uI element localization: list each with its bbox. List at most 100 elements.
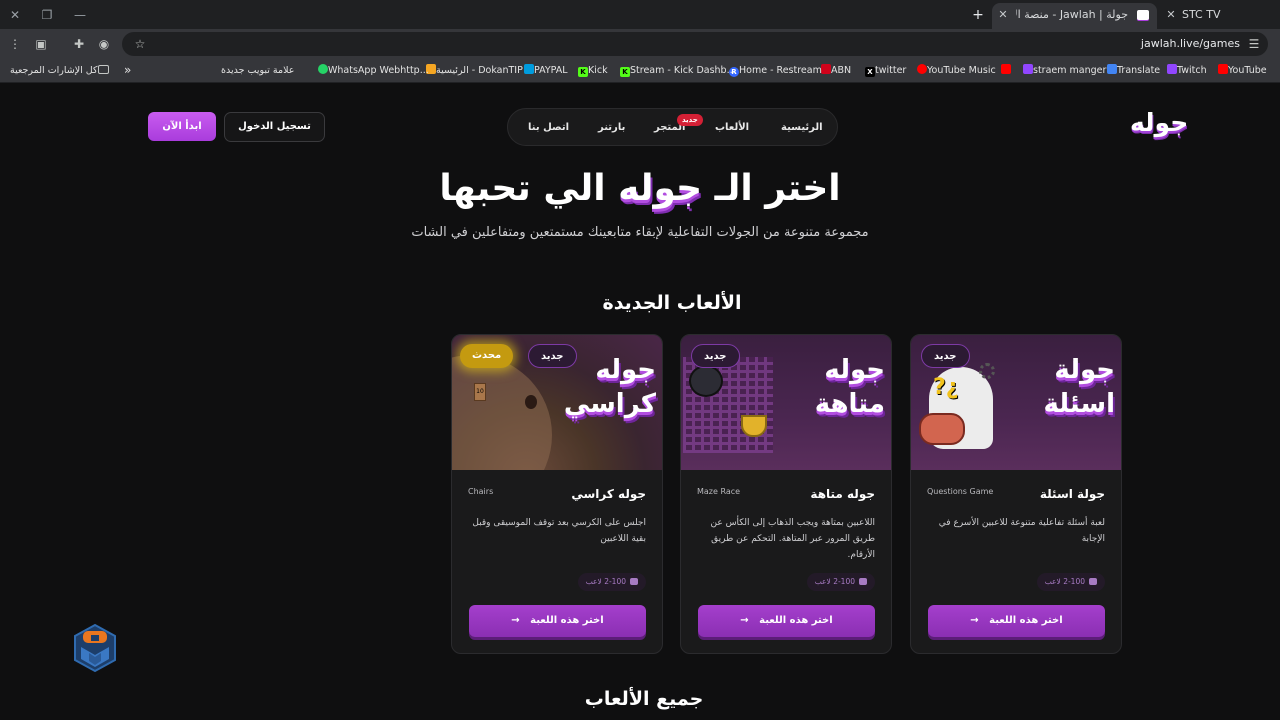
game-description: اللاعبين بمتاهة ويجب الذهاب إلى الكأس عن…: [710, 518, 875, 560]
bookmark-label: PAYPAL: [534, 65, 568, 76]
tab-jawlah[interactable]: ✕ جولة | Jawlah - منصة الألعاب التفاعلية: [992, 3, 1157, 29]
all-bookmarks-folder[interactable]: كل الإشارات المرجعية: [10, 59, 111, 83]
browser-toolbar: ⋮ ▣ ✚ ◉ ☆ jawlah.live/games ☰: [0, 29, 1280, 59]
hero-title-suffix: الي تحبها: [439, 168, 606, 209]
bookmark-label: Stream - Kick Dashb...: [630, 65, 736, 76]
address-bar[interactable]: ☆ jawlah.live/games ☰: [122, 32, 1268, 56]
new-tab-button[interactable]: +: [969, 6, 987, 24]
game-thumb-title: جولة اسئلة: [1043, 355, 1115, 419]
tab-close-icon[interactable]: ✕: [1163, 3, 1179, 27]
nav-partner[interactable]: بارتنر: [598, 109, 625, 147]
game-description: اجلس على الكرسي بعد توقف الموسيقى وقبل ب…: [472, 518, 646, 544]
game-thumbnail: 10 جوله كراسي جديد محدث: [452, 335, 662, 470]
bookmark-kick[interactable]: K Kick: [574, 59, 608, 83]
minimize-window-icon[interactable]: —: [71, 6, 89, 24]
youtube-music-icon: [917, 64, 927, 74]
all-games-heading: جميع الألعاب: [584, 688, 704, 710]
translate-icon: [1107, 64, 1117, 74]
puzzle-icon[interactable]: ✚: [71, 36, 87, 52]
game-name-en: Maze Race: [697, 487, 741, 496]
nav-games[interactable]: الألعاب: [715, 109, 749, 147]
login-button[interactable]: تسجيل الدخول: [224, 112, 325, 142]
bookmark-label: Translate: [1117, 65, 1161, 76]
kick-icon: K: [578, 67, 588, 77]
bookmark-youtube[interactable]: YouTube: [1214, 59, 1267, 83]
profile-icon[interactable]: ◉: [96, 36, 112, 52]
game-card-questions[interactable]: ?¿ جولة اسئلة جديد Questions Game جولة ا…: [910, 334, 1122, 654]
choose-game-button[interactable]: اختر هذه اللعبة →: [698, 605, 875, 637]
bookmark-straem-manger[interactable]: straem manger: [1019, 59, 1106, 83]
bookmark-dokantip[interactable]: الرئيسية - DokanTIP: [422, 59, 523, 83]
tab-title: جولة | Jawlah - منصة الألعاب التفاعلية: [1016, 8, 1128, 21]
kick-icon: K: [620, 67, 630, 77]
x-icon: X: [865, 67, 875, 77]
page: جوله الرئيسية الألعاب المتجر جديد بارتنر…: [0, 84, 1280, 720]
bookmark-label: YouTube Music: [927, 65, 996, 76]
bookmark-twitter[interactable]: Xtwitter: [861, 59, 906, 83]
start-now-button[interactable]: ابدأ الآن: [148, 112, 216, 141]
site-logo[interactable]: جوله: [1130, 108, 1189, 137]
choose-game-button[interactable]: اختر هذه اللعبة →: [469, 605, 646, 637]
users-icon: [630, 578, 638, 585]
game-name: جوله كراسي: [571, 487, 646, 501]
tab-close-icon[interactable]: ✕: [995, 3, 1011, 27]
bomb-monster-icon: [689, 365, 723, 397]
hero-subtitle: مجموعة متنوعة من الجولات التفاعلية لإبقا…: [411, 225, 869, 240]
game-thumb-title: جوله متاهة: [814, 355, 885, 419]
game-description: لعبة أسئلة تفاعلية متنوعة للاعبين الأسرع…: [938, 518, 1105, 544]
tab-title: STC TV: [1182, 8, 1221, 21]
hero-title-prefix: اختر الـ: [714, 168, 841, 209]
bookmark-restream[interactable]: R Home - Restream: [725, 59, 822, 83]
channel-watermark-logo: [74, 623, 116, 673]
game-thumbnail: ?¿ جولة اسئلة جديد: [911, 335, 1121, 470]
bookmark-label: الرئيسية - DokanTIP: [436, 65, 523, 76]
url-text[interactable]: jawlah.live/games: [1141, 32, 1240, 56]
new-badge: جديد: [528, 344, 577, 368]
nav-contact[interactable]: اتصل بنا: [528, 109, 569, 147]
bookmark-abn[interactable]: ABN: [817, 59, 851, 83]
bookmark-new-tab[interactable]: علامة تبويب جديدة: [221, 59, 294, 83]
restore-window-icon[interactable]: ❐: [38, 6, 56, 24]
bookmark-label: straem manger: [1033, 65, 1107, 76]
bookmark-whatsapp[interactable]: WhatsApp Webhttp...: [314, 59, 429, 83]
users-icon: [1089, 578, 1097, 585]
menu-dots-icon[interactable]: ⋮: [7, 36, 23, 52]
bookmarks-bar: YouTube Twitch Translate straem manger Y…: [0, 59, 1280, 83]
bookmark-twitch[interactable]: Twitch: [1163, 59, 1207, 83]
jawlah-favicon-icon: [1137, 10, 1149, 20]
site-settings-icon[interactable]: ☰: [1246, 36, 1262, 52]
new-badge: جديد: [921, 344, 970, 368]
whatsapp-icon: [318, 64, 328, 74]
players-range: 2-100 لاعب: [814, 577, 855, 586]
close-window-icon[interactable]: ✕: [6, 6, 24, 24]
bookmark-label: Kick: [588, 65, 608, 76]
game-name: جوله متاهة: [810, 487, 875, 501]
bookmark-youtube-music[interactable]: YouTube Music: [913, 59, 996, 83]
browser-tabstrip: ✕ ❐ — ✕ STC TV ✕ جولة | Jawlah - منصة ال…: [0, 0, 1280, 29]
brain-icon: [919, 413, 965, 445]
new-badge: جديد: [691, 344, 740, 368]
bookmark-label: Twitch: [1177, 65, 1207, 76]
players-range-badge: 2-100 لاعب: [1036, 573, 1105, 591]
bookmark-paypal[interactable]: PAYPAL: [520, 59, 568, 83]
twitch-icon: [1023, 64, 1033, 74]
choose-game-button[interactable]: اختر هذه اللعبة →: [928, 605, 1105, 637]
extension-icon[interactable]: ▣: [33, 36, 49, 52]
players-range-badge: 2-100 لاعب: [806, 573, 875, 591]
bookmark-kick-dashboard[interactable]: K Stream - Kick Dashb...: [616, 59, 736, 83]
bookmark-translate[interactable]: Translate: [1103, 59, 1160, 83]
bookmarks-overflow-button[interactable]: »: [124, 59, 131, 83]
choose-game-label: اختر هذه اللعبة: [989, 615, 1063, 626]
abn-icon: [821, 64, 831, 74]
game-card-maze[interactable]: جوله متاهة جديد Maze Race جوله متاهة الل…: [680, 334, 892, 654]
nav-home[interactable]: الرئيسية: [781, 109, 823, 147]
tab-stc-tv[interactable]: ✕ STC TV: [1160, 3, 1280, 29]
bookmark-star-icon[interactable]: ☆: [132, 36, 148, 52]
new-games-heading: الألعاب الجديدة: [602, 292, 742, 314]
game-name: جولة اسئلة: [1039, 487, 1105, 501]
bookmark-youtube-2[interactable]: [997, 59, 1011, 83]
question-marks-icon: ?¿: [933, 375, 959, 400]
bookmark-label: YouTube: [1228, 65, 1267, 76]
bookmark-label: WhatsApp Webhttp...: [328, 65, 429, 76]
game-card-chairs[interactable]: 10 جوله كراسي جديد محدث Chairs جوله كراس…: [451, 334, 663, 654]
